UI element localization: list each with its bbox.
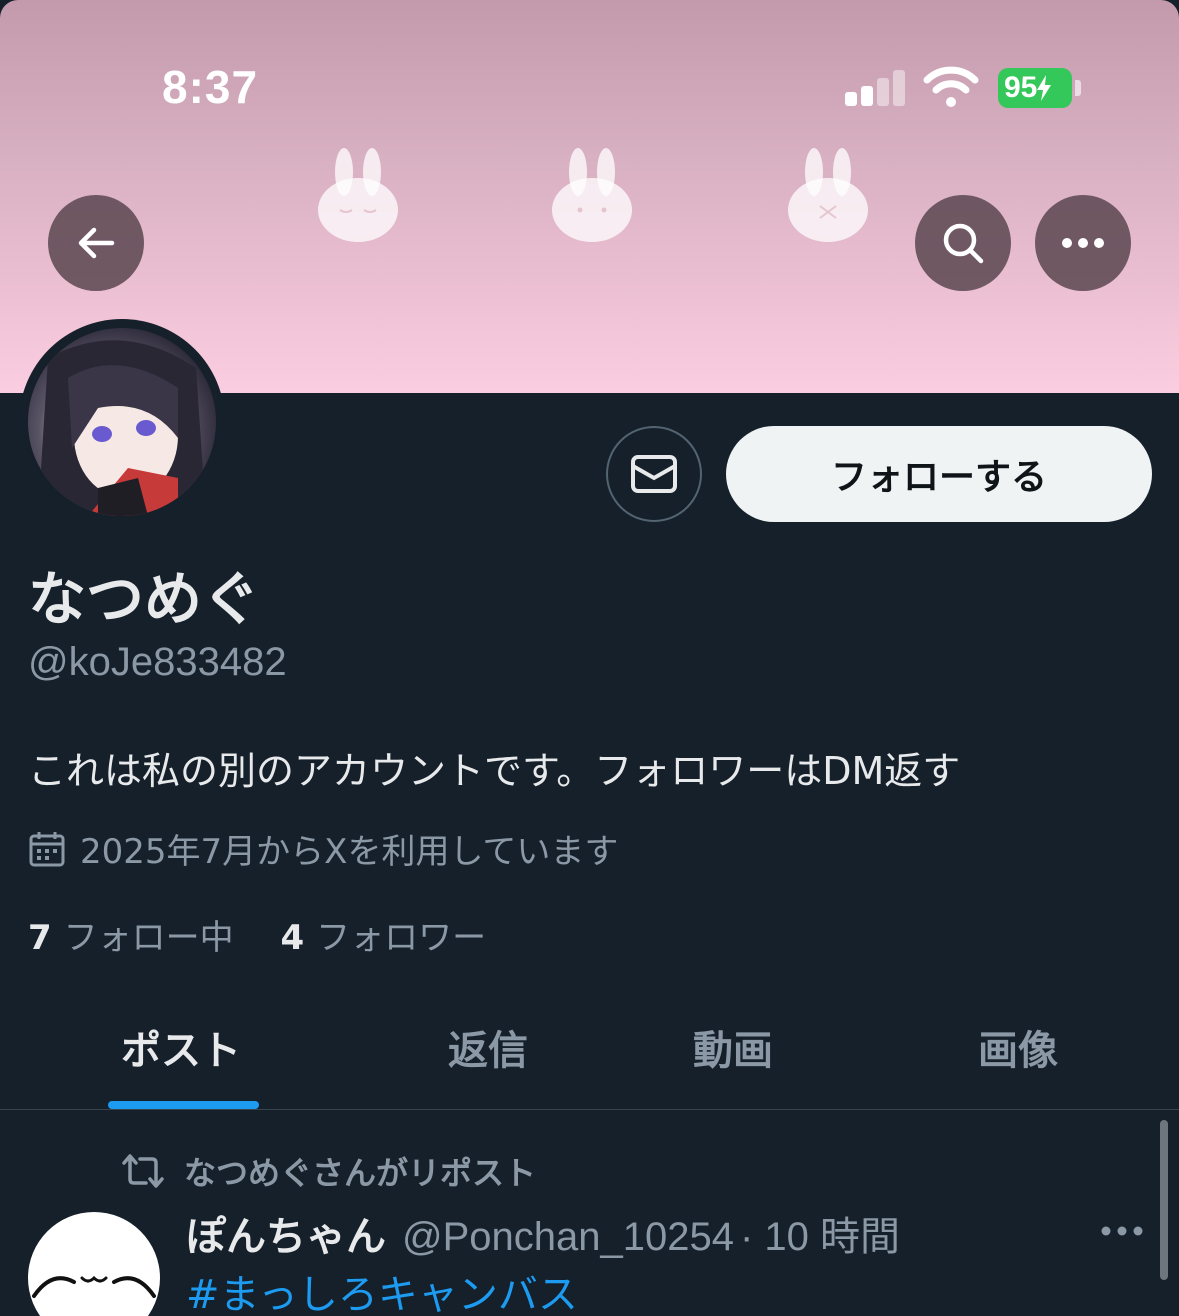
bunny-decoration (318, 148, 398, 242)
anime-avatar-illustration (38, 340, 206, 516)
avatar-image (28, 328, 216, 516)
tab-posts[interactable]: ポスト (121, 1018, 241, 1076)
scrollbar[interactable] (1160, 1120, 1168, 1280)
bunny-decoration (788, 148, 868, 242)
following-label: フォロー中 (63, 918, 234, 958)
joined-date: 2025年7月からXを利用しています (28, 824, 618, 873)
more-icon (1062, 238, 1104, 248)
repost-icon (122, 1154, 164, 1188)
calendar-icon (29, 831, 65, 866)
profile-tabs: ポスト 返信 動画 画像 (0, 1000, 1179, 1110)
battery-nub (1075, 80, 1081, 96)
more-icon (1101, 1226, 1143, 1236)
post-author-name[interactable]: ぽんちゃん (186, 1214, 386, 1260)
followers-link[interactable]: 4 フォロワー (280, 910, 486, 959)
followers-label: フォロワー (316, 918, 487, 958)
post-author-avatar[interactable] (28, 1212, 160, 1316)
post-more-button[interactable] (1100, 1222, 1144, 1241)
active-tab-indicator (108, 1101, 259, 1109)
repost-indicator: なつめぐさんがリポスト (120, 1148, 536, 1194)
post-header: ぽんちゃん @Ponchan_10254 · 10 時間 (186, 1204, 900, 1262)
charging-icon (1037, 75, 1052, 101)
signal-icon (845, 70, 907, 106)
followers-count: 4 (280, 918, 305, 958)
following-link[interactable]: 7 フォロー中 (28, 910, 234, 959)
back-button[interactable] (48, 195, 144, 291)
joined-text: 2025年7月からXを利用しています (80, 832, 619, 872)
tab-videos[interactable]: 動画 (693, 1018, 773, 1076)
battery-level: 95 (1004, 71, 1038, 104)
search-icon (943, 223, 984, 264)
profile-bio: これは私の別のアカウントです。フォロワーはDM返す (28, 749, 961, 793)
status-time: 8:37 (162, 61, 259, 113)
profile-avatar[interactable] (19, 319, 225, 525)
wifi-icon (923, 66, 979, 107)
message-button[interactable] (606, 426, 702, 522)
post-author-handle[interactable]: @Ponchan_10254 (402, 1215, 734, 1259)
post-timestamp: · 10 時間 (740, 1215, 901, 1259)
battery-indicator: 95 (998, 68, 1072, 108)
tab-replies[interactable]: 返信 (448, 1018, 528, 1076)
following-count: 7 (28, 918, 52, 958)
back-arrow-icon (78, 227, 115, 259)
mail-icon (631, 455, 677, 493)
smiling-face-avatar (32, 1275, 156, 1298)
post-hashtag[interactable]: #まっしろキャンバス (186, 1262, 578, 1316)
user-handle: @koJe833482 (28, 640, 287, 684)
search-button[interactable] (915, 195, 1011, 291)
repost-label: なつめぐさんがリポスト (184, 1154, 537, 1192)
tab-images[interactable]: 画像 (978, 1018, 1058, 1076)
follow-button[interactable]: フォローする (726, 426, 1152, 522)
more-button[interactable] (1035, 195, 1131, 291)
bunny-decoration (552, 148, 632, 242)
display-name: なつめぐ (28, 565, 261, 633)
follow-stats: 7 フォロー中 4 フォロワー (28, 910, 522, 959)
